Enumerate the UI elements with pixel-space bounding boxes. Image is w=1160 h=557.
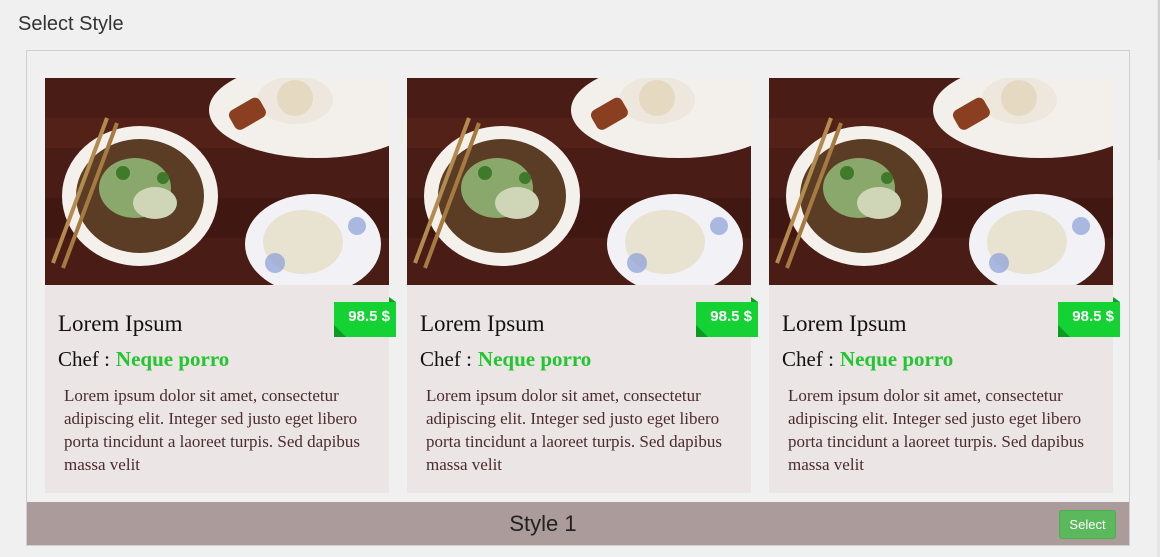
chef-name: Neque porro	[839, 347, 954, 371]
food-photo	[407, 78, 751, 285]
page-title: Select Style	[18, 13, 124, 35]
menu-card: 98.5 $ Lorem Ipsum Chef : Neque porro Lor…	[769, 78, 1120, 493]
price-label: 98.5 $	[348, 308, 390, 325]
card-description: Lorem ipsum dolor sit amet, consectetur …	[788, 386, 1085, 474]
chef-line: Chef : Neque porro	[420, 347, 591, 372]
price-tag: 98.5 $	[696, 297, 758, 337]
card-title: Lorem Ipsum	[58, 311, 183, 336]
food-photo	[769, 78, 1113, 285]
food-photo	[45, 78, 389, 285]
card-title: Lorem Ipsum	[420, 311, 545, 336]
card-title: Lorem Ipsum	[782, 311, 907, 336]
style-panel: 98.5 $ Lorem Ipsum Chef : Neque porro Lor…	[26, 50, 1130, 546]
price-tag: 98.5 $	[1058, 297, 1120, 337]
card-description: Lorem ipsum dolor sit amet, consectetur …	[64, 386, 361, 474]
style-label: Style 1	[509, 511, 577, 536]
select-button[interactable]: Select	[1059, 510, 1116, 539]
style-footer-bar: Style 1 Select	[27, 502, 1129, 545]
chef-label: Chef :	[782, 347, 834, 371]
price-tag: 98.5 $	[334, 297, 396, 337]
chef-label: Chef :	[420, 347, 472, 371]
chef-line: Chef : Neque porro	[58, 347, 229, 372]
menu-card: 98.5 $ Lorem Ipsum Chef : Neque porro Lor…	[45, 78, 396, 493]
chef-name: Neque porro	[477, 347, 592, 371]
card-description: Lorem ipsum dolor sit amet, consectetur …	[426, 386, 723, 474]
chef-name: Neque porro	[115, 347, 230, 371]
chef-line: Chef : Neque porro	[782, 347, 953, 372]
menu-card: 98.5 $ Lorem Ipsum Chef : Neque porro Lor…	[407, 78, 758, 493]
price-label: 98.5 $	[1072, 308, 1114, 325]
price-label: 98.5 $	[710, 308, 752, 325]
chef-label: Chef :	[58, 347, 110, 371]
